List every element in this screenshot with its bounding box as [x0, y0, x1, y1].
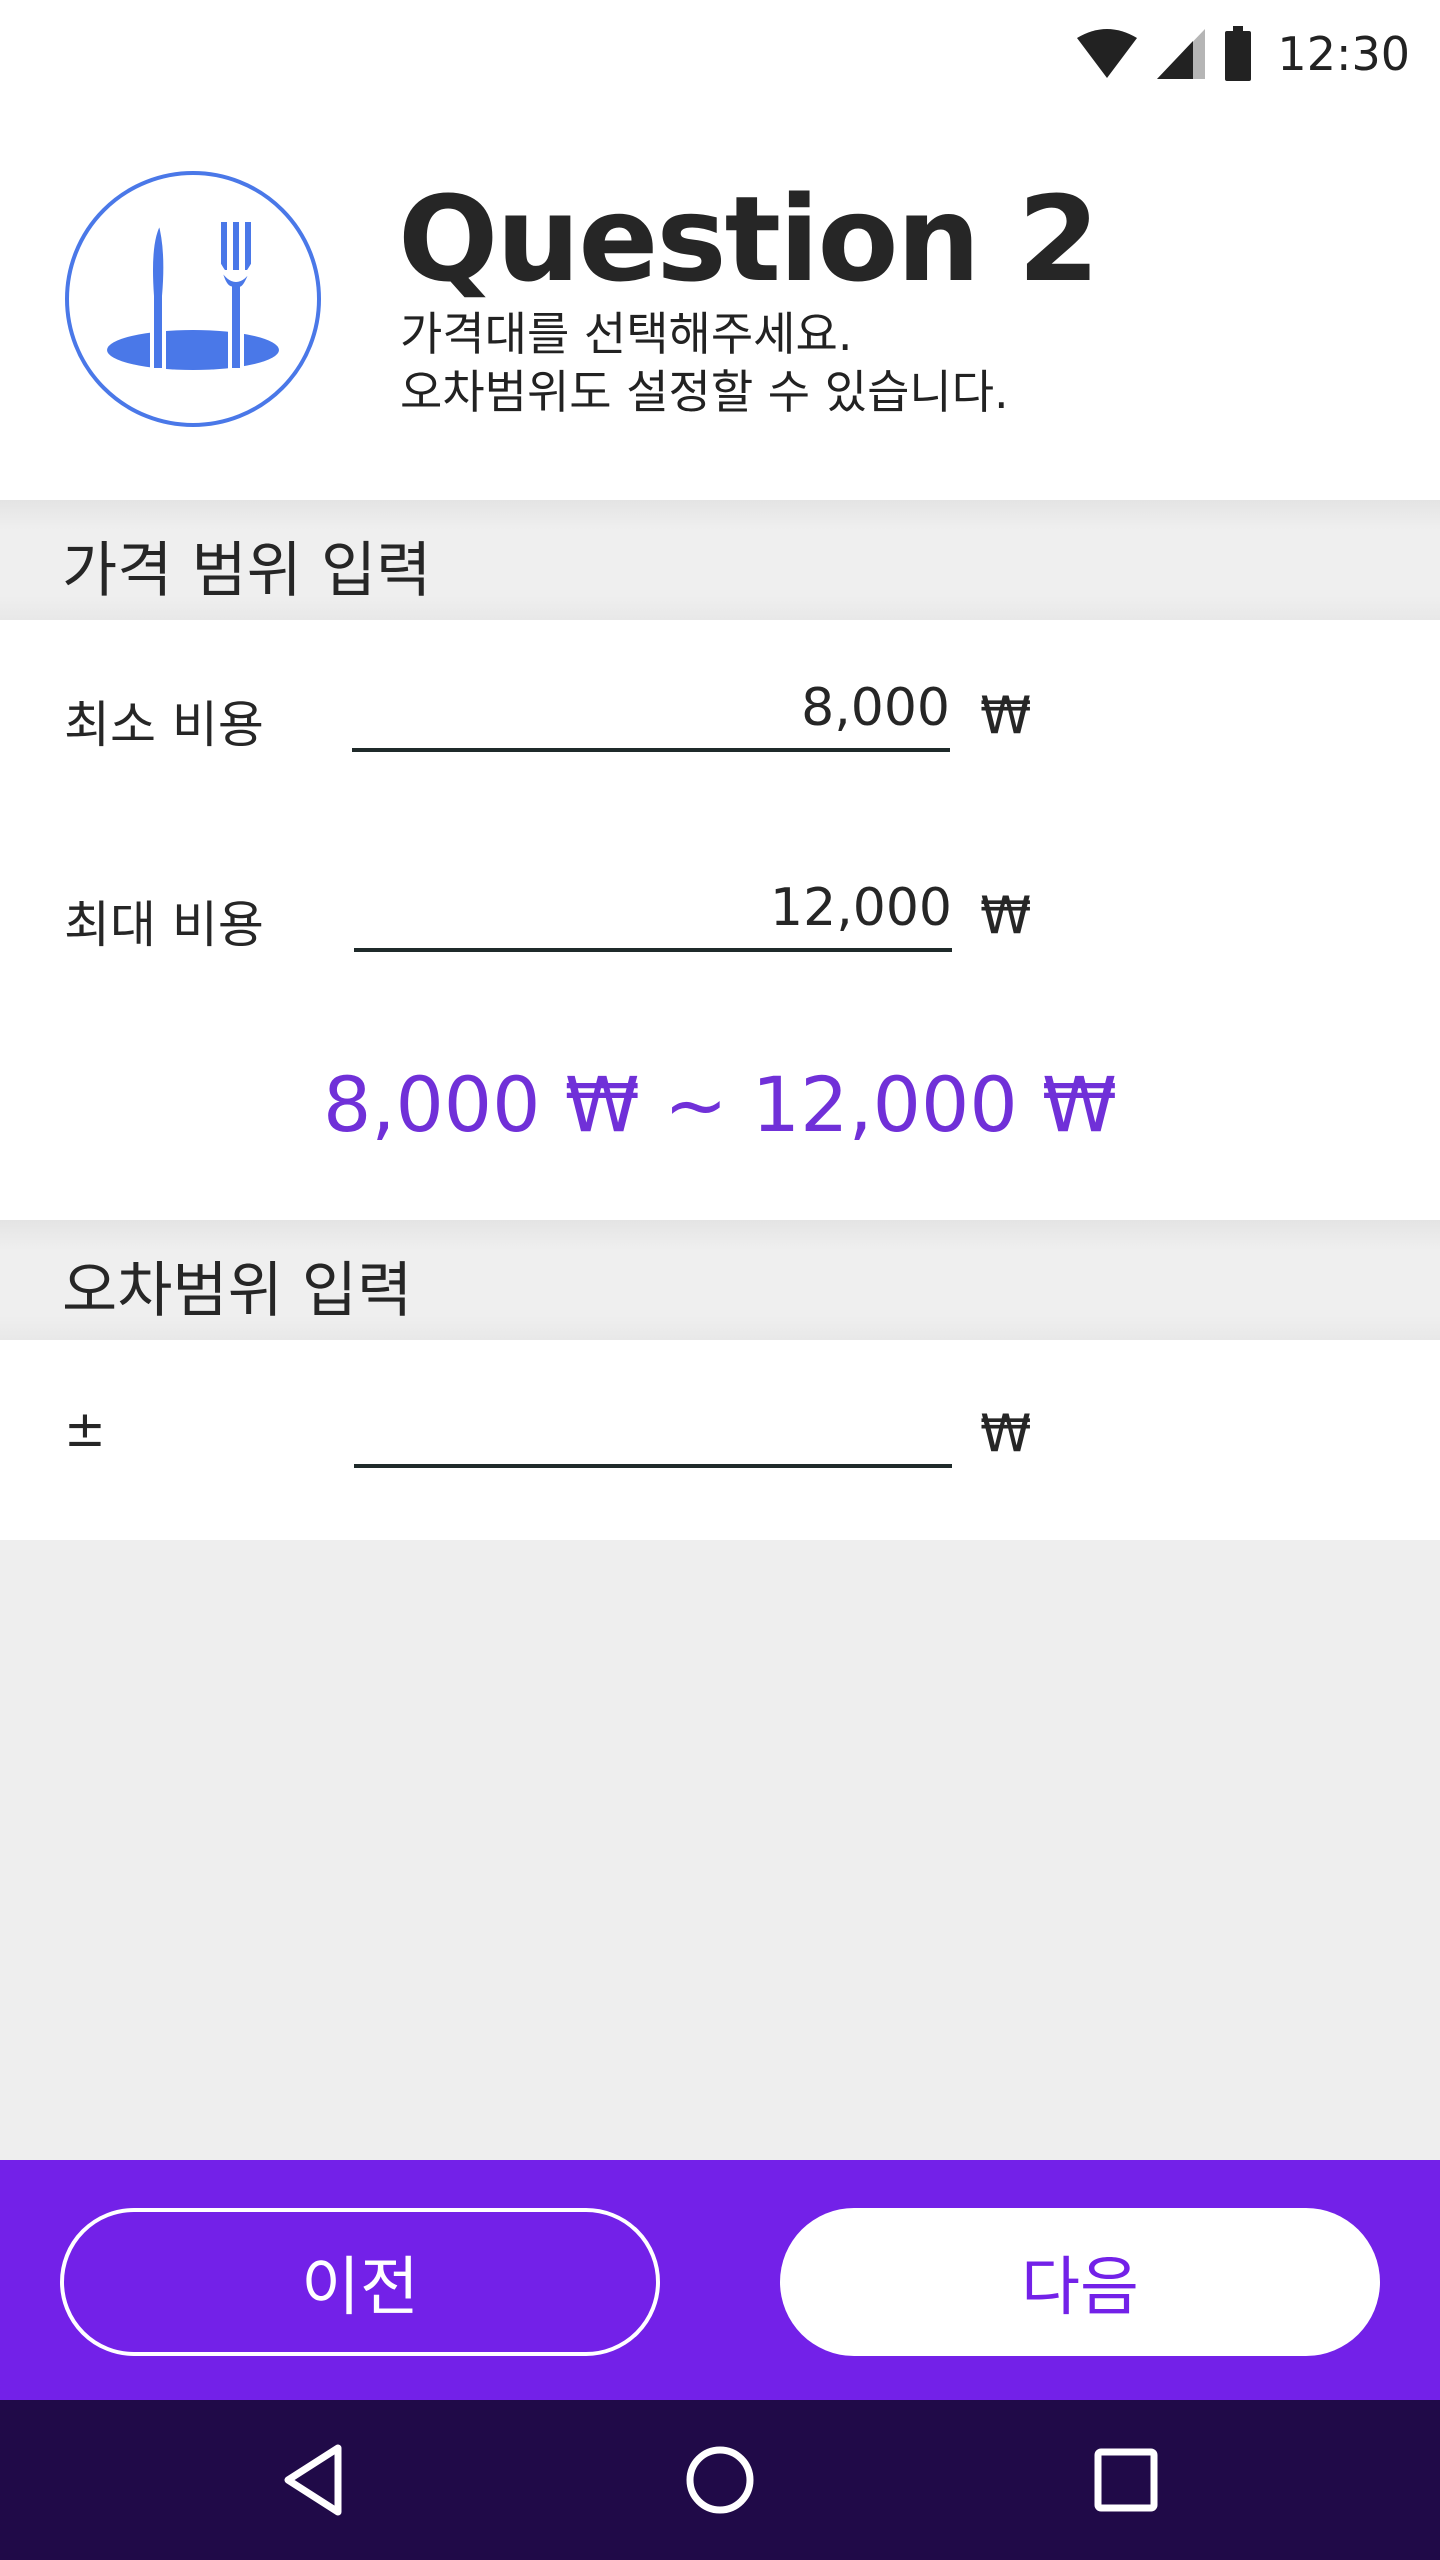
question-title: Question 2: [398, 170, 1100, 308]
max-cost-input[interactable]: 12,000: [354, 878, 952, 938]
tolerance-label: ±: [64, 1400, 106, 1458]
min-cost-currency: ₩: [980, 686, 1032, 746]
battery-icon: [1225, 26, 1252, 81]
max-cost-currency: ₩: [980, 886, 1032, 946]
question-description: 가격대를 선택해주세요. 오차범위도 설정할 수 있습니다.: [400, 305, 1009, 421]
restaurant-icon: [65, 171, 321, 427]
prev-button[interactable]: 이전: [60, 2208, 660, 2356]
back-icon[interactable]: [276, 2440, 356, 2520]
min-cost-input[interactable]: 8,000: [352, 678, 950, 738]
signal-icon: [1157, 29, 1206, 79]
wifi-icon: [1077, 29, 1138, 78]
description-line-2: 오차범위도 설정할 수 있습니다.: [400, 365, 1009, 419]
price-range-section-header: 가격 범위 입력: [0, 500, 1440, 620]
price-range-summary: 8,000 ₩ ~ 12,000 ₩: [322, 1060, 1118, 1149]
tolerance-underline: [354, 1464, 952, 1468]
next-button[interactable]: 다음: [780, 2208, 1380, 2356]
price-range-section-title: 가격 범위 입력: [62, 536, 432, 606]
min-cost-label: 최소 비용: [64, 696, 264, 754]
recents-icon[interactable]: [1086, 2440, 1166, 2520]
price-range-block: 최소 비용 8,000 ₩ 최대 비용 12,000 ₩ 8,000 ₩ ~ 1…: [0, 620, 1440, 1220]
tolerance-input[interactable]: [354, 1396, 952, 1460]
status-icons: 12:30: [1075, 22, 1410, 86]
tolerance-currency: ₩: [980, 1404, 1032, 1464]
question-header: Question 2 가격대를 선택해주세요. 오차범위도 설정할 수 있습니다…: [0, 110, 1440, 500]
max-cost-underline: [354, 948, 952, 952]
tolerance-section-header: 오차범위 입력: [0, 1220, 1440, 1340]
tolerance-block: ± ₩: [0, 1340, 1440, 1540]
bottom-action-bar: 이전 다음: [0, 2160, 1440, 2400]
home-icon[interactable]: [680, 2440, 760, 2520]
tolerance-section-title: 오차범위 입력: [62, 1256, 413, 1326]
max-cost-label: 최대 비용: [64, 896, 264, 954]
status-bar: 12:30: [0, 0, 1440, 110]
description-line-1: 가격대를 선택해주세요.: [400, 307, 853, 361]
status-time: 12:30: [1277, 27, 1410, 81]
navigation-bar: [0, 2400, 1440, 2560]
min-cost-underline: [352, 748, 950, 752]
